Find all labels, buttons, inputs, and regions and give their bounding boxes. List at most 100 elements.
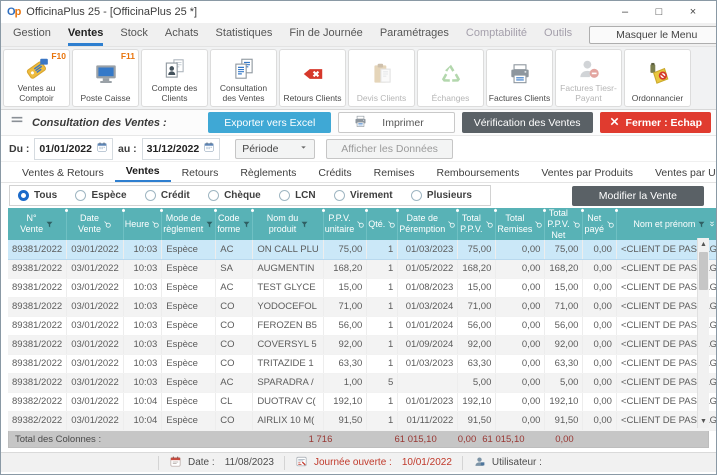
ventes-au-comptoir-button[interactable]: F10Ventes au Comptoir — [3, 49, 70, 107]
ordonnancier-button[interactable]: Ordonnancier — [624, 49, 691, 107]
print-button[interactable]: Imprimer — [338, 112, 454, 133]
scroll-track[interactable] — [698, 251, 709, 415]
payment-filter-cheque[interactable]: Chèque — [208, 190, 261, 201]
menu-tab-achats[interactable]: Achats — [165, 23, 199, 46]
export-excel-button[interactable]: Exporter vers Excel — [208, 112, 331, 133]
payment-filter-plusieurs[interactable]: Plusieurs — [411, 190, 472, 201]
filter-icon[interactable] — [300, 220, 309, 229]
radio-icon[interactable] — [145, 190, 156, 201]
column-header-net-paye[interactable]: Net payé — [583, 208, 617, 240]
tab-ventes-par-produits[interactable]: Ventes par Produits — [530, 165, 644, 182]
chevrons-icon[interactable] — [708, 220, 716, 228]
radio-icon[interactable] — [75, 190, 86, 201]
menu-tab-comptabilite[interactable]: Comptabilité — [466, 23, 527, 46]
table-row[interactable]: 89382/202203/01/202210:04EspèceCLDUOTRAV… — [8, 392, 717, 411]
calendar-icon[interactable] — [203, 140, 215, 158]
date-to-input[interactable]: 31/12/2022 — [142, 138, 221, 160]
menu-tab-statistiques[interactable]: Statistiques — [216, 23, 273, 46]
column-header-qte[interactable]: Qté. — [367, 208, 398, 240]
table-row[interactable]: 89381/202203/01/202210:03EspèceCOFEROZEN… — [8, 316, 717, 335]
radio-icon[interactable] — [411, 190, 422, 201]
tab-ventes[interactable]: Ventes — [115, 163, 171, 182]
column-header-total-remises[interactable]: Total Remises — [496, 208, 545, 240]
table-row[interactable]: 89381/202203/01/202210:03EspèceACSPARADR… — [8, 373, 717, 392]
scroll-down-button[interactable]: ▼ — [698, 415, 709, 428]
menu-tab-outils[interactable]: Outils — [544, 23, 572, 46]
column-header-date-vente[interactable]: Date Vente — [67, 208, 124, 240]
tab-retours[interactable]: Retours — [171, 165, 230, 182]
column-header-n-vente[interactable]: N° Vente — [8, 208, 67, 240]
column-header-total-p-p-v[interactable]: Total P.P.V. — [458, 208, 496, 240]
masquer-menu-button[interactable]: Masquer le Menu — [589, 26, 717, 44]
scroll-thumb[interactable] — [699, 252, 708, 290]
pin-icon[interactable] — [534, 220, 543, 229]
menu-tab-parametrages[interactable]: Paramétrages — [380, 23, 449, 46]
table-row[interactable]: 89382/202203/01/202210:04EspèceCOAIRLIX … — [8, 411, 717, 430]
pin-icon[interactable] — [387, 220, 396, 229]
pin-icon[interactable] — [572, 220, 581, 229]
afficher-donnees-button[interactable]: Afficher les Données — [326, 139, 453, 159]
column-header-date-de-peremption[interactable]: Date de Péremption — [398, 208, 458, 240]
tab-credits[interactable]: Crédits — [307, 165, 362, 182]
poste-caisse-button[interactable]: F11Poste Caisse — [72, 49, 139, 107]
table-row[interactable]: 89381/202203/01/202210:03EspèceSAAUGMENT… — [8, 259, 717, 278]
column-header-nom-du-produit[interactable]: Nom du produit — [253, 208, 323, 240]
compte-des-clients-button[interactable]: Compte des Clients — [141, 49, 208, 107]
table-row[interactable]: 89381/202203/01/202210:03EspèceACON CALL… — [8, 240, 717, 259]
pin-icon[interactable] — [151, 220, 160, 229]
filter-icon[interactable] — [205, 220, 214, 229]
factures-clients-button[interactable]: Factures Clients — [486, 49, 553, 107]
column-header-code-forme[interactable]: Code forme — [216, 208, 253, 240]
modify-sale-button[interactable]: Modifier la Vente — [572, 186, 704, 206]
payment-filter-espece[interactable]: Espèce — [75, 190, 126, 201]
calendar-icon[interactable] — [96, 140, 108, 158]
column-header-mode-de-reglement[interactable]: Mode de règlement — [162, 208, 216, 240]
pin-icon[interactable] — [356, 220, 365, 229]
payment-filter-tous[interactable]: Tous — [18, 190, 57, 201]
radio-icon[interactable] — [334, 190, 345, 201]
empty-cell — [338, 431, 394, 448]
pin-icon[interactable] — [103, 220, 112, 229]
menu-tab-stock[interactable]: Stock — [120, 23, 148, 46]
table-row[interactable]: 89381/202203/01/202210:03EspèceCOCOVERSY… — [8, 335, 717, 354]
maximize-button[interactable]: □ — [642, 3, 676, 21]
payment-filter-virement[interactable]: Virement — [334, 190, 393, 201]
close-button[interactable]: × — [676, 3, 710, 21]
tab-remboursements[interactable]: Remboursements — [425, 165, 530, 182]
table-row[interactable]: 89381/202203/01/202210:03EspèceCOYODOCEF… — [8, 297, 717, 316]
tab-ventes-par-utilisateurs[interactable]: Ventes par Utilisateurs — [644, 165, 717, 182]
column-header-total-p-p-v-net[interactable]: Total P.P.V. Net — [545, 208, 583, 240]
table-row[interactable]: 89381/202203/01/202210:03EspèceCOTRITAZI… — [8, 354, 717, 373]
radio-icon[interactable] — [208, 190, 219, 201]
pin-icon[interactable] — [606, 220, 615, 229]
radio-icon[interactable] — [18, 190, 29, 201]
column-header-heure[interactable]: Heure — [123, 208, 162, 240]
menu-tab-gestion[interactable]: Gestion — [13, 23, 51, 46]
periode-dropdown[interactable]: Période — [235, 139, 315, 159]
filter-icon[interactable] — [242, 220, 251, 229]
radio-icon[interactable] — [279, 190, 290, 201]
tab-reglements[interactable]: Règlements — [229, 165, 307, 182]
pin-icon[interactable] — [447, 220, 456, 229]
date-from-input[interactable]: 01/01/2022 — [34, 138, 113, 160]
scroll-up-button[interactable]: ▲ — [698, 238, 709, 251]
filter-icon[interactable] — [45, 220, 54, 229]
tab-remises[interactable]: Remises — [363, 165, 426, 182]
menu-tab-ventes[interactable]: Ventes — [68, 23, 103, 46]
pin-icon[interactable] — [485, 220, 494, 229]
hamburger-icon[interactable] — [9, 112, 25, 133]
minimize-button[interactable]: – — [608, 3, 642, 21]
consultation-des-ventes-button[interactable]: Consultation des Ventes — [210, 49, 277, 107]
menu-tab-fin-de-journee[interactable]: Fin de Journée — [289, 23, 362, 46]
table-row[interactable]: 89381/202203/01/202210:03EspèceACTEST GL… — [8, 278, 717, 297]
payment-filter-lcn[interactable]: LCN — [279, 190, 316, 201]
tab-ventes-retours[interactable]: Ventes & Retours — [11, 165, 115, 182]
filter-icon[interactable] — [697, 220, 706, 229]
retours-clients-button[interactable]: Retours Clients — [279, 49, 346, 107]
verify-sales-button[interactable]: Vérification des Ventes — [462, 112, 593, 133]
vertical-scrollbar[interactable]: ▲ ▼ — [697, 238, 709, 428]
column-header-nom-et-prenom[interactable]: Nom et prénom — [616, 208, 717, 240]
payment-filter-credit[interactable]: Crédit — [145, 190, 190, 201]
column-header-p-p-v-unitaire[interactable]: P.P.V. unitaire — [323, 208, 367, 240]
close-escape-button[interactable]: Fermer : Echap — [600, 112, 711, 133]
